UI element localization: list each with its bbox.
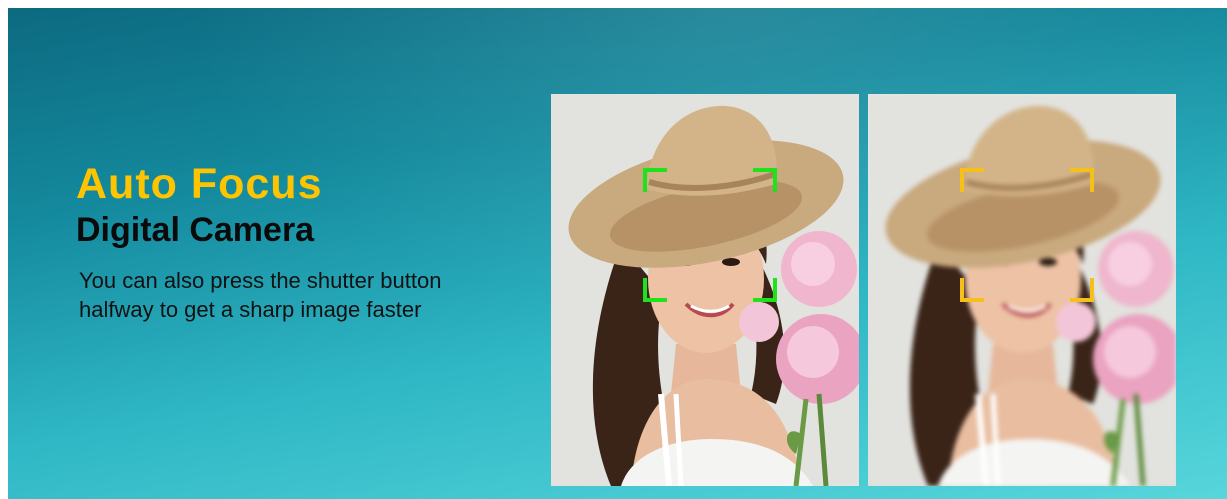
photo-out-of-focus: [868, 94, 1176, 486]
focus-corner-top-left: [960, 168, 984, 192]
focus-corner-bottom-left: [643, 278, 667, 302]
focus-frame-yellow: [960, 168, 1094, 302]
focus-corner-bottom-left: [960, 278, 984, 302]
description-line-1: You can also press the shutter button: [79, 268, 442, 293]
focus-corner-bottom-right: [1070, 278, 1094, 302]
text-block: Auto Focus Digital Camera You can also p…: [76, 160, 441, 324]
focus-corner-top-right: [1070, 168, 1094, 192]
auto-focus-banner: Auto Focus Digital Camera You can also p…: [8, 8, 1227, 499]
banner-subtitle: Digital Camera: [76, 211, 315, 249]
focus-corner-top-right: [753, 168, 777, 192]
focus-frame-green: [643, 168, 777, 302]
focus-corner-top-left: [643, 168, 667, 192]
photo-in-focus: [551, 94, 859, 486]
focus-corner-bottom-right: [753, 278, 777, 302]
banner-title: Auto Focus: [76, 160, 323, 208]
banner-description: You can also press the shutter button ha…: [76, 266, 441, 324]
description-line-2: halfway to get a sharp image faster: [79, 297, 422, 322]
